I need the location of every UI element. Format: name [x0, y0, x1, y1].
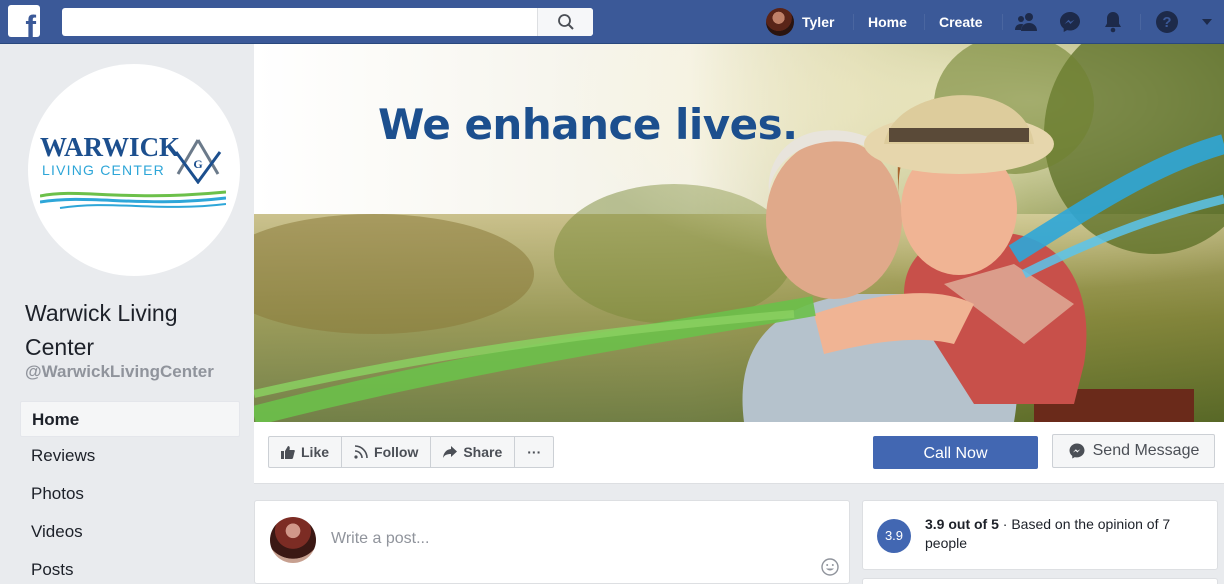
notifications-icon[interactable] [1101, 10, 1125, 34]
nav-divider [924, 14, 925, 30]
page-action-bar: Like Follow Share ··· Call Now Send Mess… [254, 422, 1224, 484]
facebook-logo-icon[interactable]: f [8, 5, 40, 37]
create-link[interactable]: Create [939, 14, 983, 31]
masonic-emblem-icon: G [174, 139, 222, 184]
follow-label: Follow [374, 444, 419, 460]
dropdown-arrow-icon[interactable] [1199, 14, 1215, 30]
post-input-placeholder[interactable]: Write a post... [331, 530, 429, 548]
search-box [62, 8, 593, 36]
search-button[interactable] [537, 8, 593, 36]
post-composer[interactable]: Write a post... [254, 500, 850, 584]
share-button[interactable]: Share [431, 437, 516, 467]
logo-swoosh [40, 190, 226, 209]
svg-text:?: ? [1162, 14, 1171, 31]
page-handle[interactable]: @WarwickLivingCenter [25, 362, 214, 382]
profile-link[interactable]: Tyler [766, 8, 834, 36]
search-icon [558, 14, 574, 30]
logo-subtitle: LIVING CENTER [42, 162, 165, 178]
nav-divider [1140, 14, 1141, 30]
home-link[interactable]: Home [868, 14, 907, 31]
sidebar-item-reviews[interactable]: Reviews [20, 438, 240, 474]
share-arrow-icon [443, 446, 458, 458]
avatar [270, 517, 316, 563]
page-actions-group: Like Follow Share ··· [268, 436, 555, 468]
friends-icon[interactable] [1014, 10, 1038, 34]
top-navigation-bar: f Tyler Home Create ? [0, 0, 1224, 44]
like-label: Like [301, 444, 330, 460]
rating-score-text: 3.9 out of 5 [925, 516, 999, 532]
send-message-button[interactable]: Send Message [1052, 434, 1215, 468]
like-button[interactable]: Like [269, 437, 343, 467]
help-icon[interactable]: ? [1155, 10, 1179, 34]
nav-divider [853, 14, 854, 30]
nav-divider [1002, 14, 1003, 30]
rating-card[interactable]: 3.9 3.9 out of 5 · Based on the opinion … [862, 500, 1218, 570]
rating-score-badge: 3.9 [877, 519, 911, 553]
cover-headline: We enhance lives. [378, 100, 798, 149]
follow-button[interactable]: Follow [342, 437, 432, 467]
sidebar-item-home[interactable]: Home [20, 401, 240, 437]
send-message-label: Send Message [1092, 442, 1200, 459]
svg-text:G: G [193, 157, 202, 171]
sidebar-item-photos[interactable]: Photos [20, 476, 240, 512]
logo-wordmark: WARWICK [40, 132, 181, 162]
rating-summary: 3.9 out of 5 · Based on the opinion of 7… [925, 515, 1209, 553]
cover-photo[interactable]: We enhance lives. [254, 44, 1224, 422]
avatar [766, 8, 794, 36]
messenger-icon [1069, 443, 1085, 459]
next-card [862, 578, 1218, 584]
sidebar-item-videos[interactable]: Videos [20, 514, 240, 550]
share-label: Share [463, 444, 503, 460]
more-options-button[interactable]: ··· [515, 437, 553, 467]
call-now-button[interactable]: Call Now [873, 436, 1038, 469]
user-name: Tyler [802, 14, 835, 30]
search-input[interactable] [62, 8, 532, 36]
rss-icon [354, 445, 368, 459]
page-title: Warwick Living Center [25, 300, 178, 360]
more-dots-icon: ··· [527, 444, 542, 460]
emoji-icon[interactable] [821, 558, 839, 576]
messenger-icon[interactable] [1058, 10, 1082, 34]
sidebar-item-posts[interactable]: Posts [20, 552, 240, 584]
thumbs-up-icon [281, 445, 295, 459]
